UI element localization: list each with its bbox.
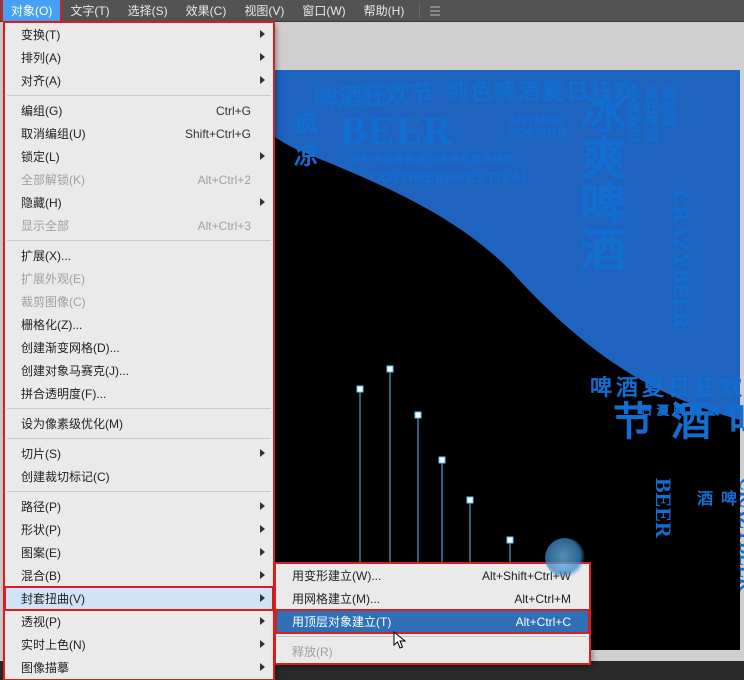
mi-arrange[interactable]: 排列(A) xyxy=(5,46,273,69)
menubar-sep xyxy=(419,4,420,18)
chevron-right-icon xyxy=(260,617,265,625)
mi-unlockall: 全部解锁(K)Alt+Ctrl+2 xyxy=(5,168,273,191)
mi-slice[interactable]: 切片(S) xyxy=(5,442,273,465)
chevron-right-icon xyxy=(260,30,265,38)
mi-flatten[interactable]: 拼合透明度(F)... xyxy=(5,382,273,405)
mi-pattern[interactable]: 图案(E) xyxy=(5,541,273,564)
b2-beer: BEER xyxy=(650,478,676,538)
mi-livepaint[interactable]: 实时上色(N) xyxy=(5,633,273,656)
mi-cropimage: 裁剪图像(C) xyxy=(5,290,273,313)
chevron-right-icon xyxy=(260,525,265,533)
envelope-submenu: 用变形建立(W)...Alt+Shift+Ctrl+W 用网格建立(M)...A… xyxy=(275,563,590,664)
chevron-right-icon xyxy=(260,640,265,648)
mi-group[interactable]: 编组(G)Ctrl+G xyxy=(5,99,273,122)
mi-lock[interactable]: 锁定(L) xyxy=(5,145,273,168)
chevron-right-icon xyxy=(260,198,265,206)
b2-title: 啤酒夏日狂欢 xyxy=(590,370,744,402)
b2-crazy: CRAZYBEER xyxy=(735,478,744,591)
menu-effect[interactable]: 效果(C) xyxy=(177,0,236,22)
menu-view[interactable]: 视图(V) xyxy=(235,0,293,22)
mi-shape[interactable]: 形状(P) xyxy=(5,518,273,541)
chevron-right-icon xyxy=(260,502,265,510)
smi-make-with-top[interactable]: 用顶层对象建立(T)Alt+Ctrl+C xyxy=(276,610,589,633)
menu-divider xyxy=(7,408,271,409)
chevron-right-icon xyxy=(260,76,265,84)
menu-divider xyxy=(7,240,271,241)
smi-release: 释放(R) xyxy=(276,640,589,663)
menu-object[interactable]: 对象(O) xyxy=(2,0,61,22)
menubar: 对象(O) 文字(T) 选择(S) 效果(C) 视图(V) 窗口(W) 帮助(H… xyxy=(0,0,744,22)
b2-side3: 邀您喝 xyxy=(687,404,738,416)
art-block-lower: 啤酒夏日狂欢 冰爽啤酒节 冰爽夏日 疯狂啤酒 邀您喝 BEER 纯生啤酒 CRA… xyxy=(590,370,744,402)
menu-window[interactable]: 窗口(W) xyxy=(293,0,354,22)
mi-path[interactable]: 路径(P) xyxy=(5,495,273,518)
chevron-right-icon xyxy=(260,571,265,579)
mi-transform[interactable]: 变换(T) xyxy=(5,23,273,46)
menu-divider xyxy=(7,95,271,96)
mi-hide[interactable]: 隐藏(H) xyxy=(5,191,273,214)
mi-mosaic[interactable]: 创建对象马赛克(J)... xyxy=(5,359,273,382)
mi-gradientmesh[interactable]: 创建渐变网格(D)... xyxy=(5,336,273,359)
smi-make-with-warp[interactable]: 用变形建立(W)...Alt+Shift+Ctrl+W xyxy=(276,564,589,587)
menu-select[interactable]: 选择(S) xyxy=(119,0,177,22)
chevron-right-icon xyxy=(260,152,265,160)
mi-perspective[interactable]: 透视(P) xyxy=(5,610,273,633)
chevron-right-icon xyxy=(260,449,265,457)
menu-divider xyxy=(7,491,271,492)
mi-rasterize[interactable]: 栅格化(Z)... xyxy=(5,313,273,336)
mi-blend[interactable]: 混合(B) xyxy=(5,564,273,587)
chevron-right-icon xyxy=(260,53,265,61)
mi-align[interactable]: 对齐(A) xyxy=(5,69,273,92)
chevron-right-icon xyxy=(260,663,265,671)
mi-envelope-distort[interactable]: 封套扭曲(V) xyxy=(5,587,273,610)
menu-object-dropdown: 变换(T) 排列(A) 对齐(A) 编组(G)Ctrl+G 取消编组(U)Shi… xyxy=(4,22,274,680)
mi-cropmarks[interactable]: 创建裁切标记(C) xyxy=(5,465,273,488)
mi-ungroup[interactable]: 取消编组(U)Shift+Ctrl+G xyxy=(5,122,273,145)
menu-divider xyxy=(278,636,587,637)
mi-expand-appearance: 扩展外观(E) xyxy=(5,267,273,290)
toolbar-grip-icon xyxy=(426,6,442,16)
floating-badge xyxy=(545,538,585,578)
mi-imagetrace[interactable]: 图像描摹 xyxy=(5,656,273,679)
mi-expand[interactable]: 扩展(X)... xyxy=(5,244,273,267)
smi-make-with-mesh[interactable]: 用网格建立(M)...Alt+Ctrl+M xyxy=(276,587,589,610)
mi-showall: 显示全部Alt+Ctrl+3 xyxy=(5,214,273,237)
chevron-right-icon xyxy=(260,548,265,556)
chevron-right-icon xyxy=(260,594,265,602)
menu-type[interactable]: 文字(T) xyxy=(61,0,118,22)
menu-help[interactable]: 帮助(H) xyxy=(355,0,414,22)
mi-pixelperfect[interactable]: 设为像素级优化(M) xyxy=(5,412,273,435)
menu-divider xyxy=(7,438,271,439)
